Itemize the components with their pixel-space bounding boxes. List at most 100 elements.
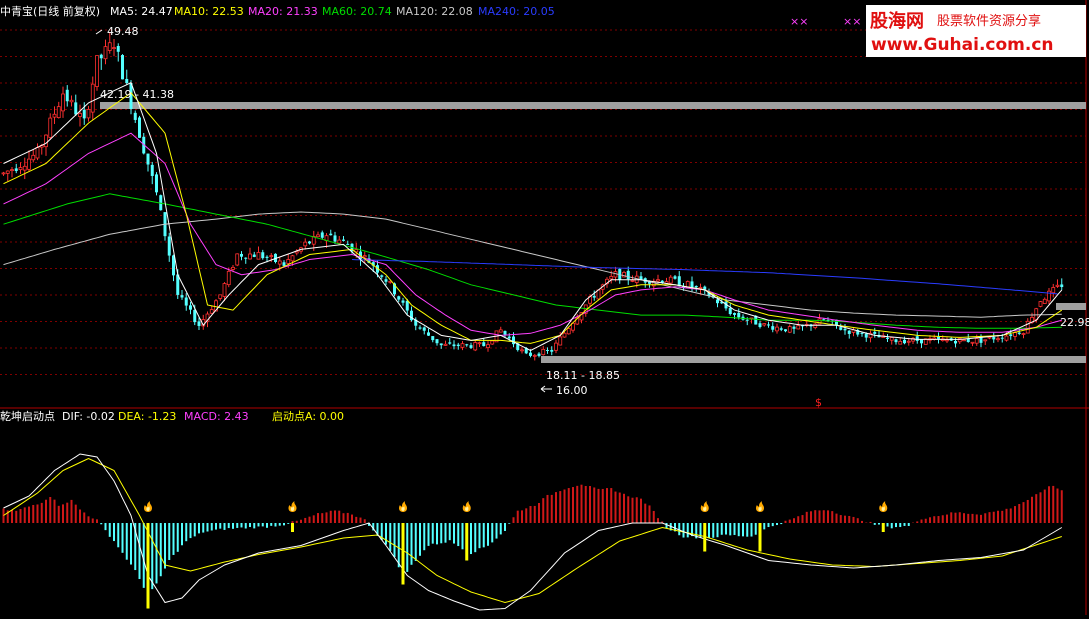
watermark-brand: 股海网	[869, 10, 924, 32]
candle-down	[320, 232, 324, 238]
dollar-mark: $	[815, 396, 822, 409]
candle-down	[384, 279, 388, 282]
candle-up	[520, 349, 524, 352]
candle-up	[231, 266, 235, 270]
candle-up	[656, 279, 660, 282]
candle-up	[22, 165, 27, 171]
lower-band-label: 18.11 - 18.85	[546, 369, 620, 382]
candle-down	[346, 243, 350, 245]
candle-up	[1042, 298, 1047, 304]
candle-down	[435, 339, 439, 344]
candle-down	[503, 330, 507, 335]
candle-down	[146, 153, 150, 165]
candle-up	[31, 154, 36, 161]
top-mark-right: ××	[843, 15, 861, 28]
watermark-slogan: 股票软件资源分享	[937, 13, 1041, 29]
candle-down	[920, 339, 923, 344]
candle-down	[74, 102, 78, 115]
candle-up	[558, 336, 563, 346]
candle-up	[337, 239, 342, 244]
candle-up	[1038, 301, 1043, 307]
candle-up	[290, 255, 295, 262]
legend-item: DEA: -1.23	[118, 410, 176, 423]
candle-up	[996, 338, 1000, 341]
candle-up	[18, 167, 23, 171]
candle-up	[48, 117, 53, 138]
candle-up	[987, 336, 992, 339]
candle-up	[541, 348, 546, 356]
candle-up	[566, 328, 571, 335]
candle-down	[733, 313, 736, 315]
candle-down	[507, 336, 511, 339]
candle-down	[937, 336, 940, 339]
candle-down	[308, 241, 311, 244]
candle-down	[954, 340, 957, 344]
legend-item: MA5: 24.47	[110, 5, 173, 18]
candle-down	[82, 109, 86, 119]
legend-item: MA20: 21.33	[248, 5, 318, 18]
candle-up	[112, 47, 116, 50]
candle-up	[52, 113, 57, 118]
candle-down	[333, 235, 337, 242]
candle-up	[889, 337, 894, 341]
candle-up	[486, 344, 490, 348]
candle-up	[983, 339, 988, 342]
candle-down	[448, 342, 452, 344]
candle-down	[694, 285, 698, 288]
candle-down	[512, 336, 515, 345]
candle-down	[261, 252, 265, 259]
candle-up	[218, 294, 223, 299]
candle-down	[546, 349, 549, 351]
candle-down	[125, 78, 129, 84]
candle-up	[906, 340, 911, 343]
candle-down	[839, 327, 843, 330]
candle-down	[138, 117, 141, 138]
candle-up	[498, 329, 503, 333]
candle-down	[431, 336, 435, 341]
candle-up	[95, 55, 99, 87]
candle-down	[65, 89, 69, 102]
candle-up	[460, 343, 465, 348]
candle-down	[240, 253, 243, 257]
candle-up	[668, 276, 673, 284]
candle-down	[116, 45, 120, 52]
candle-down	[639, 276, 643, 280]
candle-down	[822, 319, 826, 321]
candle-down	[1060, 284, 1064, 288]
candle-up	[1004, 335, 1009, 341]
candle-down	[133, 112, 137, 120]
candle-up	[316, 234, 320, 238]
legend-item: MA10: 22.53	[174, 5, 244, 18]
candle-up	[256, 252, 261, 260]
candle-down	[784, 329, 787, 332]
candle-down	[184, 297, 188, 306]
candle-up	[562, 332, 567, 338]
candle-up	[269, 255, 274, 258]
candle-down	[673, 276, 677, 279]
candle-up	[222, 283, 227, 297]
candle-up	[970, 341, 975, 344]
legend-item: DIF: -0.02	[62, 410, 115, 423]
legend-item: MA240: 20.05	[478, 5, 555, 18]
candle-up	[477, 342, 482, 345]
watermark-url: www.Guhai.com.cn	[871, 35, 1054, 55]
kline-chart[interactable]: 中青宝(日线 前复权) MA5: 24.47 MA10: 22.53 MA20: 2…	[0, 0, 1089, 615]
candle-up	[1055, 284, 1060, 287]
candle-down	[456, 344, 460, 346]
candle-up	[1021, 333, 1026, 335]
candle-down	[843, 328, 847, 331]
candle-down	[992, 337, 996, 340]
candle-down	[677, 276, 681, 287]
peak-label: 49.48	[107, 25, 139, 38]
candle-down	[1017, 332, 1021, 334]
candle-down	[873, 331, 877, 334]
candle-up	[609, 276, 614, 280]
candle-down	[737, 312, 741, 318]
candle-up	[1034, 308, 1039, 321]
upper-band-bar	[100, 102, 1086, 109]
stock-chart-window: 中青宝(日线 前复权) MA5: 24.47 MA10: 22.53 MA20: 2…	[0, 0, 1089, 615]
site-watermark: 股海网 股票软件资源分享 www.Guhai.com.cn	[866, 5, 1086, 57]
candle-down	[180, 295, 184, 298]
candle-down	[469, 345, 473, 348]
candle-up	[235, 253, 240, 266]
